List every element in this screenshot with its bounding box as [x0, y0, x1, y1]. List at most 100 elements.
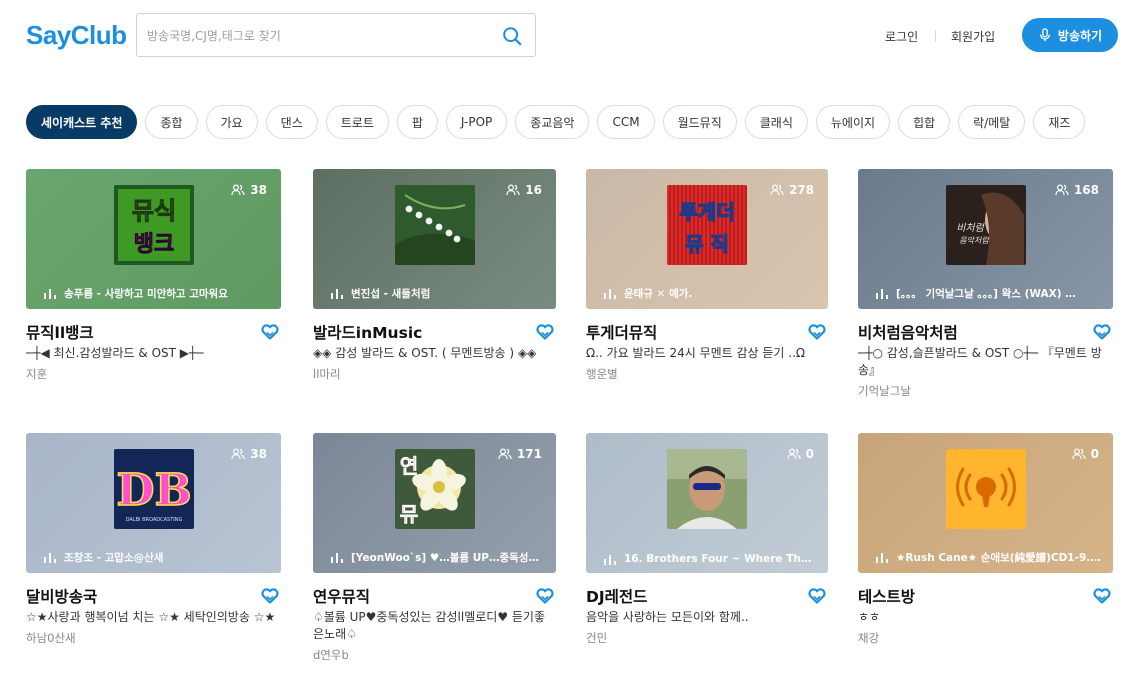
station-title[interactable]: 테스트방	[858, 588, 915, 606]
favorite-heart-icon[interactable]	[536, 324, 554, 340]
station-image	[945, 449, 1026, 529]
station-title[interactable]: 연우뮤직	[313, 588, 370, 606]
broadcast-card[interactable]: DB DALBI BROADCASTING 38 조창조 - 고맙소@산새 달비방…	[26, 433, 281, 646]
now-playing-icon	[604, 554, 616, 565]
card-thumbnail[interactable]: 투게더 뮤 직 278 윤태규 ✕ 예가.	[586, 169, 828, 309]
card-thumbnail[interactable]: DB DALBI BROADCASTING 38 조창조 - 고맙소@산새	[26, 433, 281, 573]
chip-sayclub-recommend[interactable]: 세이캐스트 추천	[26, 105, 138, 139]
chip-new-age[interactable]: 뉴에이지	[815, 105, 891, 139]
station-title[interactable]: 달비방송국	[26, 588, 97, 606]
card-title-row: 테스트방	[858, 585, 1113, 607]
card-title-row: 투게더뮤직	[586, 321, 828, 343]
listener-count-value: 0	[1090, 447, 1099, 461]
search-box	[136, 13, 536, 57]
card-thumbnail[interactable]: 0 ★Rush Cane★ 순애보(純愛譜)CD1-9.…	[858, 433, 1113, 573]
station-description: 음악을 사랑하는 모든이와 함께..	[586, 610, 749, 624]
search-input[interactable]	[147, 24, 487, 48]
svg-text:음악처럼: 음악처럼	[959, 236, 990, 245]
dj-name[interactable]: 행운별	[586, 366, 828, 382]
now-playing-icon	[44, 289, 56, 299]
card-title-row: 뮤직ll뱅크	[26, 321, 281, 343]
start-broadcast-button[interactable]: 방송하기	[1022, 18, 1118, 52]
broadcast-card[interactable]: 투게더 뮤 직 278 윤태규 ✕ 예가. 투게더뮤직 Ω.. 가요 발라드 24…	[586, 169, 828, 382]
login-link[interactable]: 로그인	[885, 28, 918, 45]
card-thumbnail[interactable]: 뮤식 뱅크 38 송푸름 - 사랑하고 미안하고 고마워요	[26, 169, 281, 309]
dj-name[interactable]: 기억날그날	[858, 383, 1113, 399]
favorite-heart-icon[interactable]	[1093, 324, 1111, 340]
now-playing-text: ★Rush Cane★ 순애보(純愛譜)CD1-9.…	[896, 552, 1101, 564]
header-divider	[935, 30, 936, 42]
chip-hiphop[interactable]: 힙합	[898, 105, 951, 139]
station-title[interactable]: DJ레전드	[586, 588, 647, 606]
now-playing-text: 16. Brothers Four ~ Where The Eagle~	[624, 553, 818, 565]
broadcast-card[interactable]: 뮤식 뱅크 38 송푸름 - 사랑하고 미안하고 고마워요 뮤직ll뱅크 ─┼◀ …	[26, 169, 281, 382]
dj-name[interactable]: 채강	[858, 630, 1113, 646]
now-playing-text: 변진섭 - 새들처럼	[351, 288, 431, 300]
dj-name[interactable]: 하남0산새	[26, 630, 281, 646]
chip-world-music[interactable]: 월드뮤직	[662, 105, 737, 139]
svg-text:연: 연	[399, 454, 417, 478]
station-title[interactable]: 투게더뮤직	[586, 324, 657, 342]
sayclub-logo[interactable]: SayClub	[26, 20, 127, 51]
favorite-heart-icon[interactable]	[808, 324, 826, 340]
station-description: Ω.. 가요 발라드 24시 무멘트 감상 듣기 ..Ω	[586, 346, 806, 360]
station-description: ◈◈ 감성 발라드 & OST. ( 무멘트방송 ) ◈◈	[313, 346, 537, 360]
listeners-icon	[1072, 448, 1086, 460]
favorite-heart-icon[interactable]	[808, 588, 826, 604]
broadcast-card[interactable]: 16 변진섭 - 새들처럼 발라드inMusic ◈◈ 감성 발라드 & OST…	[313, 169, 556, 382]
station-description: ☆★사랑과 행복이넘 치는 ☆★ 세탁인의방송 ☆★	[26, 610, 276, 624]
chip-jazz[interactable]: 재즈	[1033, 105, 1086, 139]
chip-pop[interactable]: 팝	[396, 105, 438, 139]
now-playing: 16. Brothers Four ~ Where The Eagle~	[604, 553, 818, 565]
chip-dance[interactable]: 댄스	[265, 105, 318, 139]
station-title[interactable]: 뮤직ll뱅크	[26, 324, 94, 342]
now-playing-text: [。。。 기억날그날 。。。] 왁스 (WAX) …	[896, 288, 1076, 300]
card-thumbnail[interactable]: 비처럼 음악처럼 168 [。。。 기억날그날 。。。] 왁스 (WAX) …	[858, 169, 1113, 309]
station-title[interactable]: 발라드inMusic	[313, 324, 422, 342]
now-playing-icon	[331, 289, 343, 299]
now-playing-text: 송푸름 - 사랑하고 미안하고 고마워요	[64, 288, 228, 300]
listeners-icon	[1055, 184, 1069, 196]
favorite-heart-icon[interactable]	[261, 324, 279, 340]
card-thumbnail[interactable]: 16 변진섭 - 새들처럼	[313, 169, 556, 309]
now-playing: ★Rush Cane★ 순애보(純愛譜)CD1-9.…	[876, 550, 1103, 565]
broadcast-card[interactable]: 비처럼 음악처럼 168 [。。。 기억날그날 。。。] 왁스 (WAX) … 비…	[858, 169, 1113, 399]
chip-classic[interactable]: 클래식	[744, 105, 808, 139]
now-playing-icon	[604, 289, 616, 299]
station-title[interactable]: 비처럼음악처럼	[858, 324, 958, 342]
microphone-icon	[1039, 28, 1050, 42]
dj-name[interactable]: 건민	[586, 630, 828, 646]
search-icon[interactable]	[501, 25, 523, 47]
chip-trot[interactable]: 트로트	[325, 105, 389, 139]
card-thumbnail[interactable]: 0 16. Brothers Four ~ Where The Eagle~	[586, 433, 828, 573]
join-link[interactable]: 회원가입	[951, 28, 995, 45]
broadcast-card[interactable]: 0 16. Brothers Four ~ Where The Eagle~ D…	[586, 433, 828, 646]
listener-count-value: 168	[1073, 183, 1099, 197]
broadcast-card[interactable]: 연뮤 171 [YeonWoo`s] ♥…볼륨 UP…중독성있… 연우뮤직 ♤볼…	[313, 433, 556, 663]
broadcast-card[interactable]: 0 ★Rush Cane★ 순애보(純愛譜)CD1-9.… 테스트방 ㅎㅎ 채강	[858, 433, 1113, 646]
chip-religious[interactable]: 종교음악	[515, 105, 590, 139]
listener-count: 0	[787, 447, 814, 461]
favorite-heart-icon[interactable]	[536, 588, 554, 604]
listeners-icon	[498, 448, 512, 460]
favorite-heart-icon[interactable]	[261, 588, 279, 604]
chip-ccm[interactable]: CCM	[597, 105, 655, 139]
card-thumbnail[interactable]: 연뮤 171 [YeonWoo`s] ♥…볼륨 UP…중독성있…	[313, 433, 556, 573]
now-playing: 송푸름 - 사랑하고 미안하고 고마워요	[44, 286, 271, 301]
dj-name[interactable]: 지훈	[26, 366, 281, 382]
dj-name[interactable]: d연우b	[313, 647, 556, 663]
chip-rock-metal[interactable]: 락/메탈	[958, 105, 1026, 139]
station-description: ㅎㅎ	[858, 610, 881, 624]
chip-all[interactable]: 종합	[145, 105, 198, 139]
card-title-row: 발라드inMusic	[313, 321, 556, 343]
chip-kpop[interactable]: 가요	[205, 105, 258, 139]
start-broadcast-label: 방송하기	[1057, 28, 1103, 43]
svg-text:DALBI BROADCASTING: DALBI BROADCASTING	[125, 517, 182, 523]
listener-count-value: 0	[805, 447, 814, 461]
chip-jpop[interactable]: J-POP	[445, 105, 508, 139]
now-playing: [。。。 기억날그날 。。。] 왁스 (WAX) …	[876, 286, 1103, 301]
favorite-heart-icon[interactable]	[1093, 588, 1111, 604]
listener-count-value: 16	[525, 183, 542, 197]
now-playing-icon	[876, 289, 888, 299]
dj-name[interactable]: ll마리	[313, 366, 556, 382]
